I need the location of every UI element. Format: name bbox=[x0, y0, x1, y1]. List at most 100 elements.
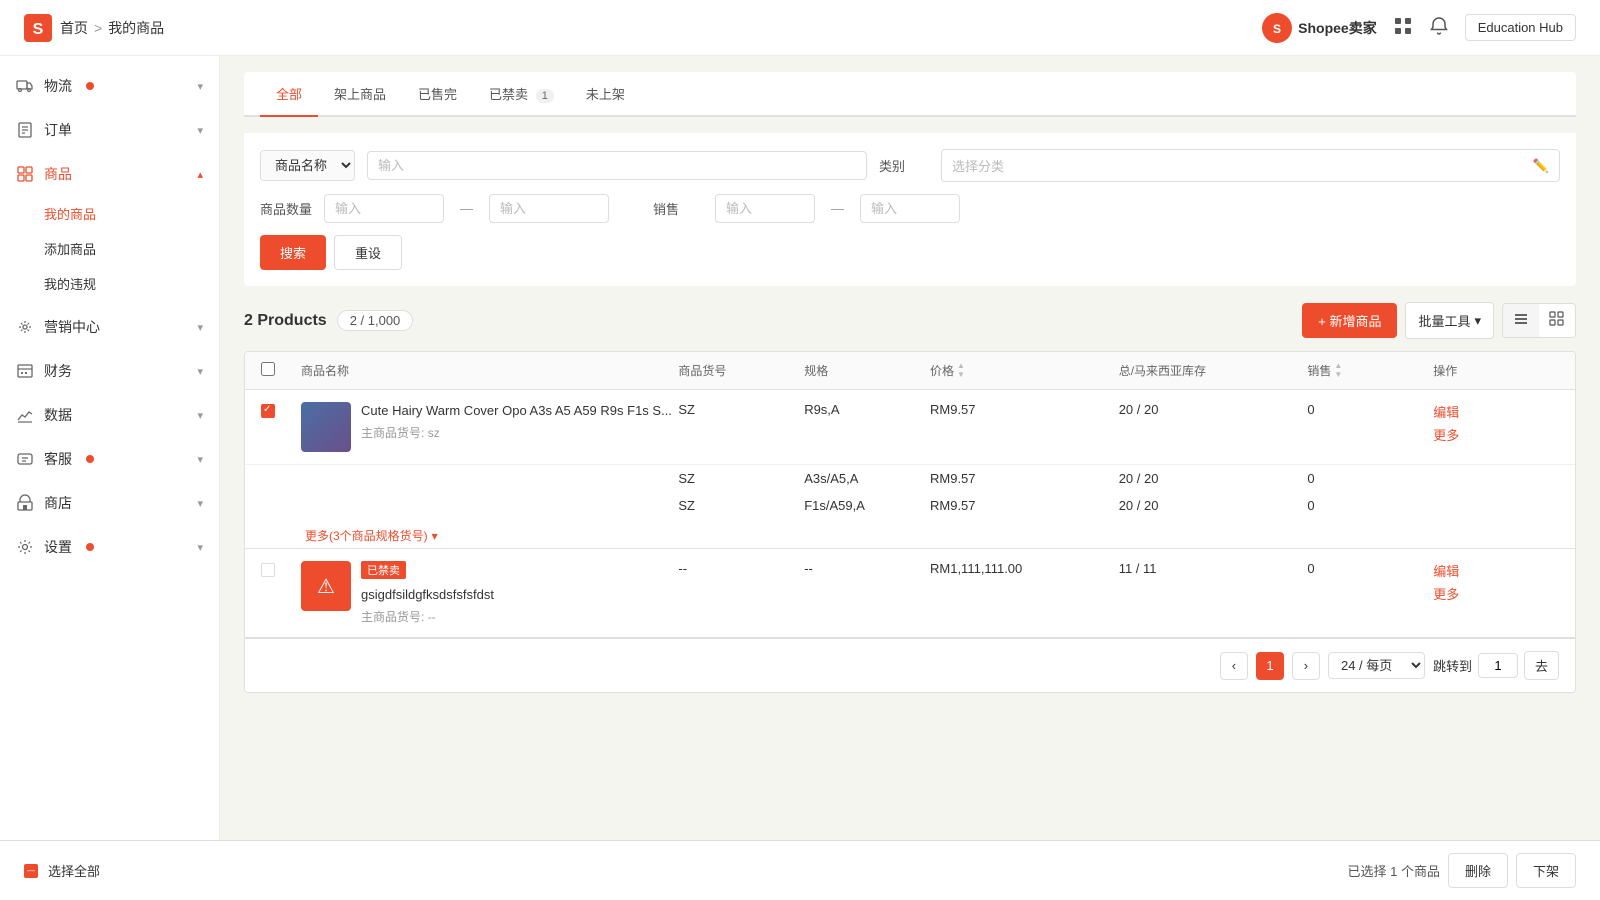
select-all-minus-checkbox[interactable] bbox=[24, 864, 38, 878]
header-actions: 操作 bbox=[1433, 362, 1559, 379]
submenu-add-product[interactable]: 添加商品 bbox=[44, 231, 219, 266]
sidebar-label-finance: 财务 bbox=[44, 361, 72, 381]
product-1-sub-row-3: SZ F1s/A59,A RM9.57 20 / 20 0 bbox=[245, 492, 1575, 519]
page-1-button[interactable]: 1 bbox=[1256, 652, 1284, 680]
sidebar-item-orders[interactable]: 订单 ▾ bbox=[0, 108, 219, 152]
grid-icon[interactable] bbox=[1393, 16, 1413, 39]
product-count-badge: 2 / 1,000 bbox=[337, 310, 414, 331]
tab-listed[interactable]: 架上商品 bbox=[318, 72, 402, 117]
product-2-stock: 11 / 11 bbox=[1119, 561, 1308, 576]
filter-sales-label: 销售 bbox=[653, 199, 703, 218]
products-icon bbox=[16, 165, 34, 183]
logistics-icon bbox=[16, 77, 34, 95]
page-size-select[interactable]: 24 / 每页 48 / 每页 100 / 每页 bbox=[1328, 652, 1425, 679]
svg-text:S: S bbox=[33, 21, 44, 38]
search-button[interactable]: 搜索 bbox=[260, 235, 326, 270]
filter-category-edit-icon[interactable]: ✏️ bbox=[1533, 158, 1549, 174]
next-page-button[interactable]: › bbox=[1292, 652, 1320, 680]
product-1-more-link[interactable]: 更多 bbox=[1433, 425, 1559, 444]
filter-quantity-max[interactable] bbox=[489, 194, 609, 223]
product-1-details: Cute Hairy Warm Cover Opo A3s A5 A59 R9s… bbox=[361, 402, 678, 441]
list-view-button[interactable] bbox=[1503, 304, 1539, 337]
product-2-edit-link[interactable]: 编辑 bbox=[1433, 561, 1559, 580]
product-2-banned-badge: 已禁卖 bbox=[361, 561, 406, 579]
product-2-info: ⚠ 已禁卖 gsigdfsildgfksdsfsfsfdst 主商品货号: bbox=[301, 561, 678, 625]
sidebar-item-settings[interactable]: 设置 ▾ bbox=[0, 525, 219, 569]
product-1-name: Cute Hairy Warm Cover Opo A3s A5 A59 R9s… bbox=[361, 402, 678, 420]
delist-button[interactable]: 下架 bbox=[1516, 853, 1576, 888]
sidebar-item-logistics[interactable]: 物流 ▾ bbox=[0, 64, 219, 108]
sidebar-item-shop[interactable]: 商店 ▾ bbox=[0, 481, 219, 525]
header-sales[interactable]: 销售 ▲ ▼ bbox=[1307, 362, 1433, 379]
tab-banned[interactable]: 已禁卖 1 bbox=[473, 72, 570, 117]
filter-quantity-dash: — bbox=[456, 201, 477, 216]
customer-service-chevron: ▾ bbox=[197, 453, 203, 466]
sidebar-label-orders: 订单 bbox=[44, 120, 72, 140]
prev-page-button[interactable]: ‹ bbox=[1220, 652, 1248, 680]
product-1-edit-link[interactable]: 编辑 bbox=[1433, 402, 1559, 421]
filter-quantity-min[interactable] bbox=[324, 194, 444, 223]
product-list-header: 2 Products 2 / 1,000 + 新增商品 批量工具 ▾ bbox=[244, 302, 1576, 339]
bulk-tool-button[interactable]: 批量工具 ▾ bbox=[1405, 302, 1494, 339]
content-area: 全部 架上商品 已售完 已禁卖 1 未上架 bbox=[220, 56, 1600, 840]
filter-name-select[interactable]: 商品名称 bbox=[261, 151, 354, 180]
product-count-label: 2 Products bbox=[244, 312, 327, 330]
product-1-stock-1: 20 / 20 bbox=[1119, 402, 1308, 417]
filter-category-input[interactable]: 选择分类 ✏️ bbox=[941, 149, 1560, 182]
product-row-group-2: ⚠ 已禁卖 gsigdfsildgfksdsfsfsfdst 主商品货号: bbox=[245, 549, 1575, 638]
product-1-sku: 主商品货号: sz bbox=[361, 424, 678, 441]
product-2-name: gsigdfsildgfksdsfsfsfdst bbox=[361, 586, 678, 604]
filter-sales-min[interactable] bbox=[715, 194, 815, 223]
data-chevron: ▾ bbox=[197, 409, 203, 422]
education-hub-button[interactable]: Education Hub bbox=[1465, 14, 1576, 41]
product-2-thumbnail: ⚠ bbox=[301, 561, 351, 611]
filter-category-label: 类别 bbox=[879, 156, 929, 175]
product-2-checkbox[interactable] bbox=[261, 563, 275, 577]
data-icon bbox=[16, 406, 34, 424]
jump-input[interactable] bbox=[1478, 653, 1518, 678]
breadcrumb: 首页 > 我的商品 bbox=[60, 18, 164, 38]
header-checkbox-cell bbox=[261, 362, 301, 379]
filter-quantity-label: 商品数量 bbox=[260, 199, 312, 218]
product-1-sales-1: 0 bbox=[1307, 402, 1433, 417]
product-1-price-1: RM9.57 bbox=[930, 402, 1119, 417]
product-1-promo-1: R9s,A bbox=[804, 402, 930, 417]
header-checkbox[interactable] bbox=[261, 362, 275, 376]
tab-all[interactable]: 全部 bbox=[260, 72, 318, 117]
tabs: 全部 架上商品 已售完 已禁卖 1 未上架 bbox=[244, 72, 1576, 117]
orders-icon bbox=[16, 121, 34, 139]
sidebar-item-marketing[interactable]: 营销中心 ▾ bbox=[0, 305, 219, 349]
product-1-sub-row-2: SZ A3s/A5,A RM9.57 20 / 20 0 bbox=[245, 465, 1575, 492]
delete-button[interactable]: 删除 bbox=[1448, 853, 1508, 888]
tab-sold-out[interactable]: 已售完 bbox=[402, 72, 473, 117]
sidebar-item-finance[interactable]: 财务 ▾ bbox=[0, 349, 219, 393]
product-2-actions: 编辑 更多 bbox=[1433, 561, 1559, 603]
header-price[interactable]: 价格 ▲ ▼ bbox=[930, 362, 1119, 379]
svg-text:S: S bbox=[1273, 22, 1281, 36]
customer-service-dot bbox=[86, 455, 94, 463]
reset-button[interactable]: 重设 bbox=[334, 235, 402, 270]
sidebar-label-settings: 设置 bbox=[44, 537, 72, 557]
add-product-button[interactable]: + 新增商品 bbox=[1302, 303, 1397, 338]
sidebar: 物流 ▾ 订单 ▾ bbox=[0, 56, 220, 840]
product-2-details: 已禁卖 gsigdfsildgfksdsfsfsfdst 主商品货号: -- bbox=[361, 561, 678, 625]
product-2-more-link[interactable]: 更多 bbox=[1433, 584, 1559, 603]
more-variants-link[interactable]: 更多(3个商品规格货号) ▾ bbox=[245, 519, 1575, 548]
customer-service-icon bbox=[16, 450, 34, 468]
breadcrumb-home[interactable]: 首页 bbox=[60, 18, 88, 38]
filter-name-input[interactable] bbox=[367, 151, 867, 180]
product-2-price: RM1,111,111.00 bbox=[930, 561, 1119, 576]
submenu-my-products[interactable]: 我的商品 bbox=[44, 196, 219, 231]
grid-view-button[interactable] bbox=[1539, 304, 1575, 337]
bell-icon[interactable] bbox=[1429, 16, 1449, 39]
product-1-checkbox[interactable] bbox=[261, 404, 275, 418]
bottom-bar-right: 已选择 1 个商品 删除 下架 bbox=[1348, 853, 1577, 888]
submenu-my-violations[interactable]: 我的违规 bbox=[44, 266, 219, 301]
tab-unlisted[interactable]: 未上架 bbox=[570, 72, 641, 117]
header-stock: 总/马来西亚库存 bbox=[1119, 362, 1308, 379]
sidebar-item-products[interactable]: 商品 ▴ bbox=[0, 152, 219, 196]
sidebar-item-data[interactable]: 数据 ▾ bbox=[0, 393, 219, 437]
sidebar-item-customer-service[interactable]: 客服 ▾ bbox=[0, 437, 219, 481]
jump-button[interactable]: 去 bbox=[1524, 651, 1559, 680]
filter-sales-max[interactable] bbox=[860, 194, 960, 223]
